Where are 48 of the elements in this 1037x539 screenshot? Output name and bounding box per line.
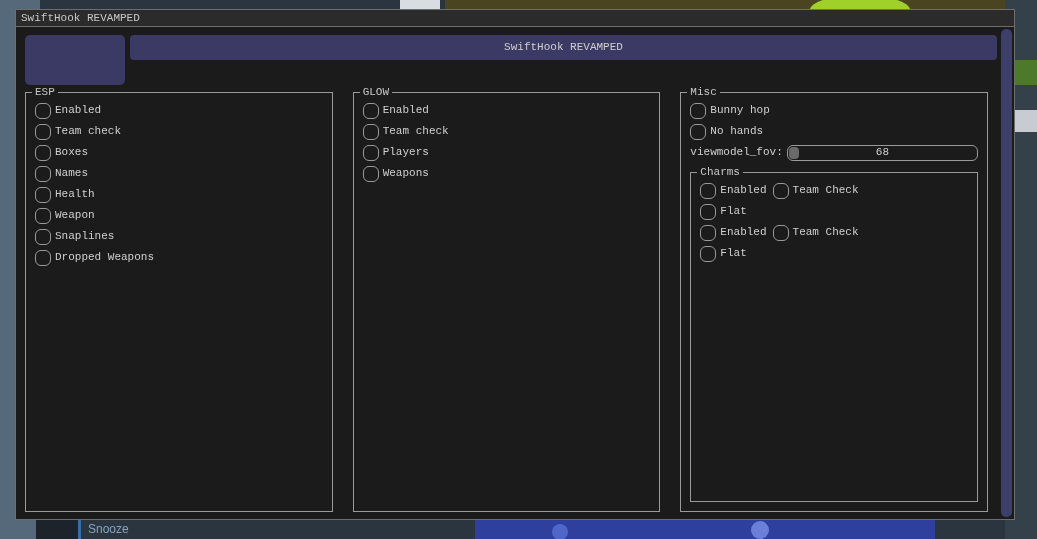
checkbox-label: Bunny hop: [710, 103, 770, 119]
checkbox[interactable]: [362, 102, 379, 119]
checkbox[interactable]: [690, 123, 707, 140]
checkbox-label: Names: [55, 166, 88, 182]
checkbox-label: Dropped Weapons: [55, 250, 155, 266]
checkbox-label: Enabled: [720, 225, 767, 241]
checkbox-label: Enabled: [720, 183, 767, 199]
checkbox[interactable]: [700, 224, 717, 241]
checkbox-label: Boxes: [55, 145, 88, 161]
checkbox[interactable]: [700, 203, 717, 220]
checkbox[interactable]: [35, 249, 51, 266]
checkbox-label: Players: [382, 145, 429, 161]
checkbox-label: Weapon: [55, 208, 95, 224]
checkbox[interactable]: [35, 102, 51, 119]
checkbox[interactable]: [35, 144, 51, 161]
checkbox-label: Health: [55, 187, 95, 203]
checkbox[interactable]: [35, 228, 51, 245]
checkbox[interactable]: [690, 102, 707, 119]
checkbox[interactable]: [35, 186, 51, 203]
checkbox[interactable]: [700, 182, 717, 199]
checkbox[interactable]: [362, 123, 379, 140]
scrollbar-thumb[interactable]: [1001, 29, 1012, 517]
window-title: SwiftHook REVAMPED: [21, 10, 140, 26]
menu-item-label: Snooze: [88, 521, 129, 538]
checkbox[interactable]: [35, 207, 51, 224]
slider[interactable]: 68: [786, 144, 978, 161]
checkbox[interactable]: [700, 245, 717, 262]
checkbox-label: Team check: [382, 124, 449, 140]
checkbox-label: Team check: [55, 124, 121, 140]
checkbox-label: Flat: [720, 246, 747, 262]
slider-thumb[interactable]: [788, 146, 799, 159]
checkbox[interactable]: [35, 165, 51, 182]
checkbox-label: Enabled: [382, 103, 429, 119]
checkbox-label: No hands: [710, 124, 764, 140]
checkbox-label: Team Check: [792, 225, 859, 241]
slider-value: 68: [875, 145, 889, 161]
checkbox[interactable]: [362, 144, 379, 161]
checkbox-label: Weapons: [382, 166, 429, 182]
checkbox[interactable]: [772, 224, 789, 241]
checkbox-label: Flat: [720, 204, 747, 220]
checkbox-label: Enabled: [55, 103, 102, 119]
checkbox[interactable]: [362, 165, 379, 182]
checkbox-label: Snaplines: [55, 229, 115, 245]
checkbox[interactable]: [772, 182, 789, 199]
checkbox[interactable]: [35, 123, 51, 140]
header-title: SwiftHook REVAMPED: [504, 40, 623, 56]
checkbox-label: Team Check: [792, 183, 859, 199]
slider-label: viewmodel_fov:: [690, 145, 783, 161]
